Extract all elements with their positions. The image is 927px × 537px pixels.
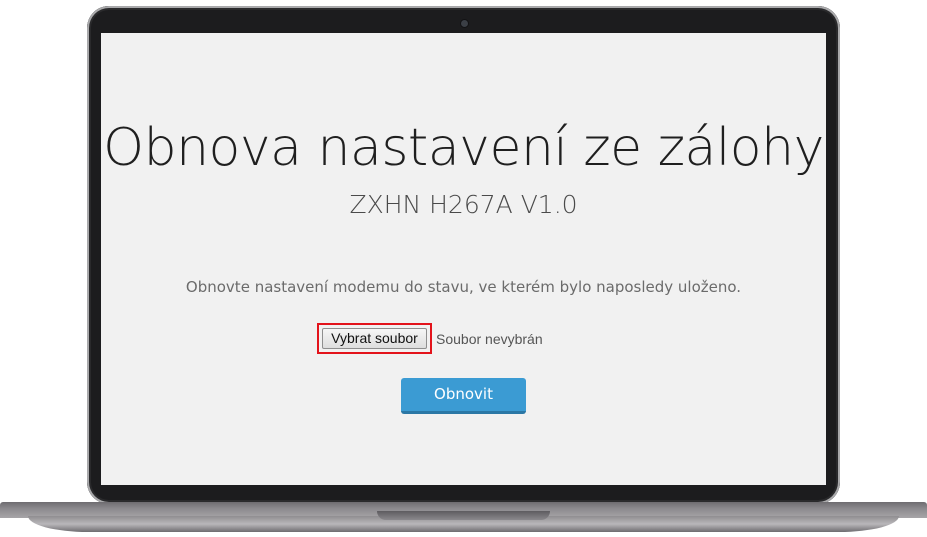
webcam-icon <box>461 20 468 27</box>
device-model-subtitle: ZXHN H267A V1.0 <box>349 190 578 219</box>
page-description: Obnovte nastavení modemu do stavu, ve kt… <box>185 278 742 296</box>
screen: Obnova nastavení ze zálohy ZXHN H267A V1… <box>101 33 826 485</box>
file-status-text: Soubor nevybrán <box>436 331 543 347</box>
page-title: Obnova nastavení ze zálohy <box>103 118 824 178</box>
laptop-hinge-notch <box>377 511 550 520</box>
restore-button[interactable]: Obnovit <box>401 378 526 414</box>
choose-file-button[interactable]: Vybrat soubor <box>322 328 427 349</box>
